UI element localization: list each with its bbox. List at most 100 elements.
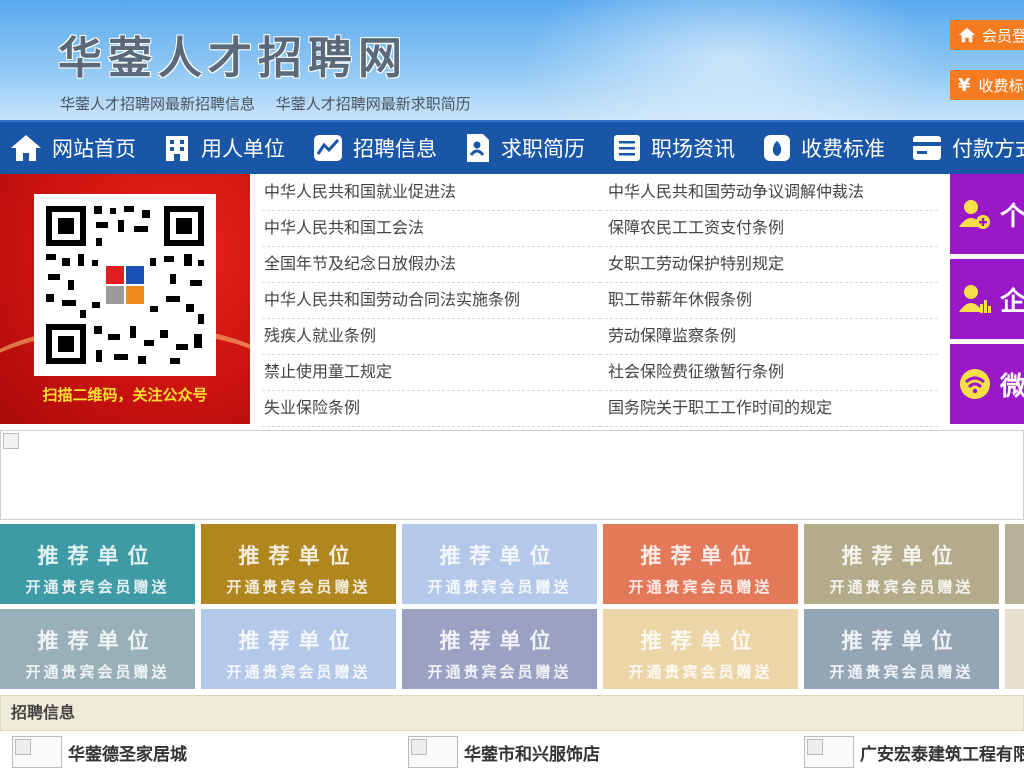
tile-title: 推荐单位 xyxy=(37,544,158,568)
law-link[interactable]: 职工带薪年休假条例 xyxy=(600,283,938,319)
qr-caption: 扫描二维码，关注公众号 xyxy=(42,386,208,404)
company-logo xyxy=(408,736,458,768)
recommend-tile[interactable]: 推荐单位 开通贵宾会员赠送 xyxy=(201,524,396,604)
banner-image[interactable] xyxy=(0,430,1024,520)
latest-jobs-link[interactable]: 华蓥人才招聘网最新招聘信息 xyxy=(60,95,255,113)
header-glow xyxy=(520,0,940,120)
recommend-tile[interactable]: 推荐单位 开通贵宾会员赠送 xyxy=(603,609,798,689)
tile-subtitle: 开通贵宾会员赠送 xyxy=(829,578,974,596)
side-label: 个 xyxy=(1000,201,1024,232)
wechat-icon xyxy=(960,369,990,399)
law-link[interactable]: 女职工劳动保护特别规定 xyxy=(600,247,938,283)
fee-button[interactable]: ¥ 收费标 xyxy=(950,70,1024,100)
card-icon xyxy=(913,136,941,160)
nav-label: 收费标准 xyxy=(801,137,885,161)
law-link[interactable]: 全国年节及纪念日放假办法 xyxy=(262,247,600,283)
recommend-tile[interactable]: 推荐单位 开通贵宾会员赠送 xyxy=(804,609,999,689)
job-item[interactable]: 广安宏泰建筑工程有限公司 xyxy=(804,736,1024,768)
tile-subtitle: 开通贵宾会员赠送 xyxy=(427,578,572,596)
company-logo xyxy=(804,736,854,768)
fee-label: 收费标 xyxy=(978,76,1024,95)
header-links: 华蓥人才招聘网最新招聘信息 华蓥人才招聘网最新求职简历 xyxy=(60,93,487,114)
tile-title: 推荐单位 xyxy=(841,544,962,568)
law-link[interactable]: 社会保险费征缴暂行条例 xyxy=(600,355,938,391)
wechat-button[interactable]: 微 xyxy=(950,344,1024,424)
resume-icon xyxy=(467,134,489,162)
enterprise-register-button[interactable]: 企 xyxy=(950,259,1024,339)
broken-image-icon xyxy=(3,433,19,449)
nav-fees[interactable]: 收费标准 xyxy=(763,122,885,174)
recommend-tile[interactable]: 推荐单位 开通贵宾会员赠送 xyxy=(402,524,597,604)
recommend-tile[interactable]: 推荐单位 开通贵宾会员赠送 xyxy=(0,609,195,689)
tile-title: 推荐单位 xyxy=(439,544,560,568)
law-link[interactable]: 国务院关于职工工作时间的规定 xyxy=(600,391,938,427)
tile-subtitle: 开通贵宾会员赠送 xyxy=(226,578,371,596)
law-row: 残疾人就业条例 劳动保障监察条例 xyxy=(262,319,938,355)
law-link[interactable]: 失业保险条例 xyxy=(262,391,600,427)
latest-resumes-link[interactable]: 华蓥人才招聘网最新求职简历 xyxy=(276,95,471,113)
law-link[interactable]: 残疾人就业条例 xyxy=(262,319,600,355)
tile-title: 推荐单位 xyxy=(640,629,761,653)
building-icon xyxy=(166,136,188,161)
job-item[interactable]: 华蓥德圣家居城 xyxy=(12,736,187,768)
company-name: 广安宏泰建筑工程有限公司 xyxy=(860,744,1024,765)
user-add-icon xyxy=(959,200,990,229)
home-icon xyxy=(958,27,976,43)
tile-subtitle: 开通贵宾会员赠送 xyxy=(427,663,572,681)
nav-label: 求职简历 xyxy=(501,137,585,161)
law-link[interactable]: 保障农民工工资支付条例 xyxy=(600,211,938,247)
news-icon xyxy=(614,135,640,161)
tile-subtitle: 开通贵宾会员赠送 xyxy=(25,578,170,596)
personal-register-button[interactable]: 个 xyxy=(950,174,1024,254)
tile-subtitle: 开通贵宾会员赠送 xyxy=(226,663,371,681)
login-button[interactable]: 会员登 xyxy=(950,20,1024,50)
moneybag-icon xyxy=(764,135,790,161)
nav-employers[interactable]: 用人单位 xyxy=(163,122,285,174)
jobs-section-title: 招聘信息 xyxy=(0,695,1024,731)
law-row: 中华人民共和国就业促进法 中华人民共和国劳动争议调解仲裁法 xyxy=(262,175,938,211)
nav-resumes[interactable]: 求职简历 xyxy=(465,122,585,174)
job-item[interactable]: 华蓥市和兴服饰店 xyxy=(408,736,600,768)
nav-news[interactable]: 职场资讯 xyxy=(613,122,735,174)
qr-code-image xyxy=(46,206,204,364)
login-label: 会员登 xyxy=(982,26,1024,45)
nav-label: 付款方式 xyxy=(952,137,1024,161)
law-link[interactable]: 中华人民共和国劳动争议调解仲裁法 xyxy=(600,175,938,211)
law-link[interactable]: 中华人民共和国劳动合同法实施条例 xyxy=(262,283,600,319)
company-name: 华蓥市和兴服饰店 xyxy=(464,744,600,765)
law-link[interactable]: 禁止使用童工规定 xyxy=(262,355,600,391)
nav-label: 职场资讯 xyxy=(651,137,735,161)
tile-subtitle: 开通贵宾会员赠送 xyxy=(628,578,773,596)
tile-subtitle: 开通贵宾会员赠送 xyxy=(628,663,773,681)
tile-subtitle: 开通贵宾会员赠送 xyxy=(25,663,170,681)
law-row: 失业保险条例 国务院关于职工工作时间的规定 xyxy=(262,391,938,427)
company-name: 华蓥德圣家居城 xyxy=(68,744,187,765)
tile-title: 推荐单位 xyxy=(640,544,761,568)
recommend-tile[interactable] xyxy=(1005,609,1024,689)
site-title[interactable]: 华蓥人才招聘网 xyxy=(58,22,408,86)
recommend-tile[interactable] xyxy=(1005,524,1024,604)
nav-home[interactable]: 网站首页 xyxy=(10,122,136,174)
header: 华蓥人才招聘网 华蓥人才招聘网最新招聘信息 华蓥人才招聘网最新求职简历 会员登 … xyxy=(0,0,1024,120)
side-label: 微 xyxy=(1000,371,1024,402)
law-row: 全国年节及纪念日放假办法 女职工劳动保护特别规定 xyxy=(262,247,938,283)
law-link[interactable]: 中华人民共和国就业促进法 xyxy=(262,175,600,211)
recommend-tile[interactable]: 推荐单位 开通贵宾会员赠送 xyxy=(603,524,798,604)
tile-title: 推荐单位 xyxy=(841,629,962,653)
law-link[interactable]: 中华人民共和国工会法 xyxy=(262,211,600,247)
qr-code xyxy=(34,194,216,376)
recommend-tile[interactable]: 推荐单位 开通贵宾会员赠送 xyxy=(402,609,597,689)
tile-title: 推荐单位 xyxy=(37,629,158,653)
nav-jobs[interactable]: 招聘信息 xyxy=(313,122,437,174)
recommend-tile[interactable]: 推荐单位 开通贵宾会员赠送 xyxy=(201,609,396,689)
recommend-tile[interactable]: 推荐单位 开通贵宾会员赠送 xyxy=(804,524,999,604)
recommend-tile[interactable]: 推荐单位 开通贵宾会员赠送 xyxy=(0,524,195,604)
law-link[interactable]: 劳动保障监察条例 xyxy=(600,319,938,355)
law-row: 中华人民共和国劳动合同法实施条例 职工带薪年休假条例 xyxy=(262,283,938,319)
main-nav: 网站首页 用人单位 招聘信息 求职简历 职场资讯 收费标准 付款方式 xyxy=(0,120,1024,174)
nav-label: 网站首页 xyxy=(52,137,136,161)
tile-subtitle: 开通贵宾会员赠送 xyxy=(829,663,974,681)
law-list: 中华人民共和国就业促进法 中华人民共和国劳动争议调解仲裁法 中华人民共和国工会法… xyxy=(262,175,938,427)
nav-payment[interactable]: 付款方式 xyxy=(912,122,1024,174)
law-row: 中华人民共和国工会法 保障农民工工资支付条例 xyxy=(262,211,938,247)
